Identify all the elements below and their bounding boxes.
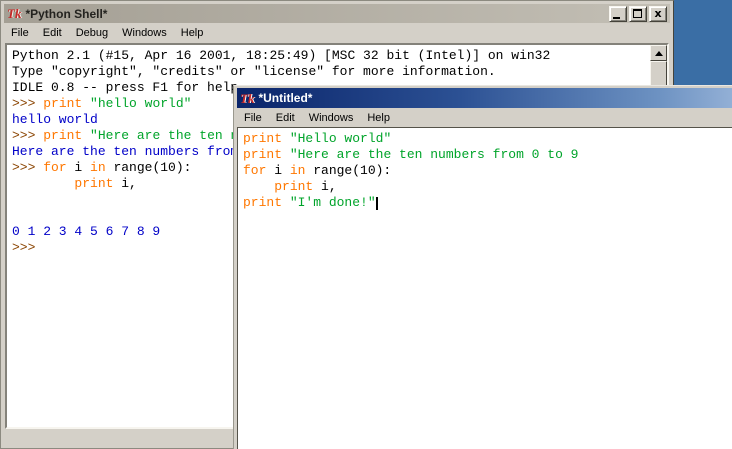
maximize-button[interactable]: [629, 6, 647, 22]
minimize-icon: [613, 17, 620, 19]
tk-icon: Tk: [240, 92, 254, 105]
menu-item-help[interactable]: Help: [174, 25, 211, 41]
editor-titlebar[interactable]: Tk *Untitled*: [237, 88, 732, 108]
editor-text-area[interactable]: print "Hello world"print "Here are the t…: [238, 128, 732, 449]
desktop: Tk *Python Shell* x FileEditDebugWindows…: [0, 0, 732, 449]
maximize-icon: [633, 9, 642, 18]
close-button[interactable]: x: [649, 6, 667, 22]
menu-item-edit[interactable]: Edit: [36, 25, 69, 41]
menu-item-windows[interactable]: Windows: [302, 110, 361, 126]
code-line: Type "copyright", "credits" or "license"…: [12, 64, 650, 80]
code-line: print "I'm done!": [243, 195, 732, 211]
code-line: Python 2.1 (#15, Apr 16 2001, 18:25:49) …: [12, 48, 650, 64]
code-line: for i in range(10):: [243, 163, 732, 179]
menu-item-file[interactable]: File: [237, 110, 269, 126]
close-icon: x: [650, 7, 666, 21]
menu-item-help[interactable]: Help: [360, 110, 397, 126]
arrow-up-icon: [655, 51, 663, 56]
menu-item-edit[interactable]: Edit: [269, 110, 302, 126]
code-line: print "Here are the ten numbers from 0 t…: [243, 147, 732, 163]
menu-item-windows[interactable]: Windows: [115, 25, 174, 41]
menu-item-file[interactable]: File: [4, 25, 36, 41]
code-line: print i,: [243, 179, 732, 195]
code-line: print "Hello world": [243, 131, 732, 147]
shell-window-title: *Python Shell*: [25, 7, 107, 21]
shell-titlebar[interactable]: Tk *Python Shell* x: [4, 4, 670, 23]
menu-item-debug[interactable]: Debug: [69, 25, 115, 41]
minimize-button[interactable]: [609, 6, 627, 22]
text-cursor: [376, 197, 378, 210]
untitled-editor-window: Tk *Untitled* FileEditWindowsHelp print …: [233, 85, 732, 449]
shell-menubar: FileEditDebugWindowsHelp: [4, 23, 670, 43]
editor-content: print "Hello world"print "Here are the t…: [237, 127, 732, 449]
tk-icon: Tk: [7, 7, 21, 20]
editor-window-title: *Untitled*: [258, 91, 312, 105]
window-controls: x: [609, 6, 667, 22]
editor-menubar: FileEditWindowsHelp: [237, 109, 732, 127]
scroll-up-button[interactable]: [650, 45, 667, 61]
